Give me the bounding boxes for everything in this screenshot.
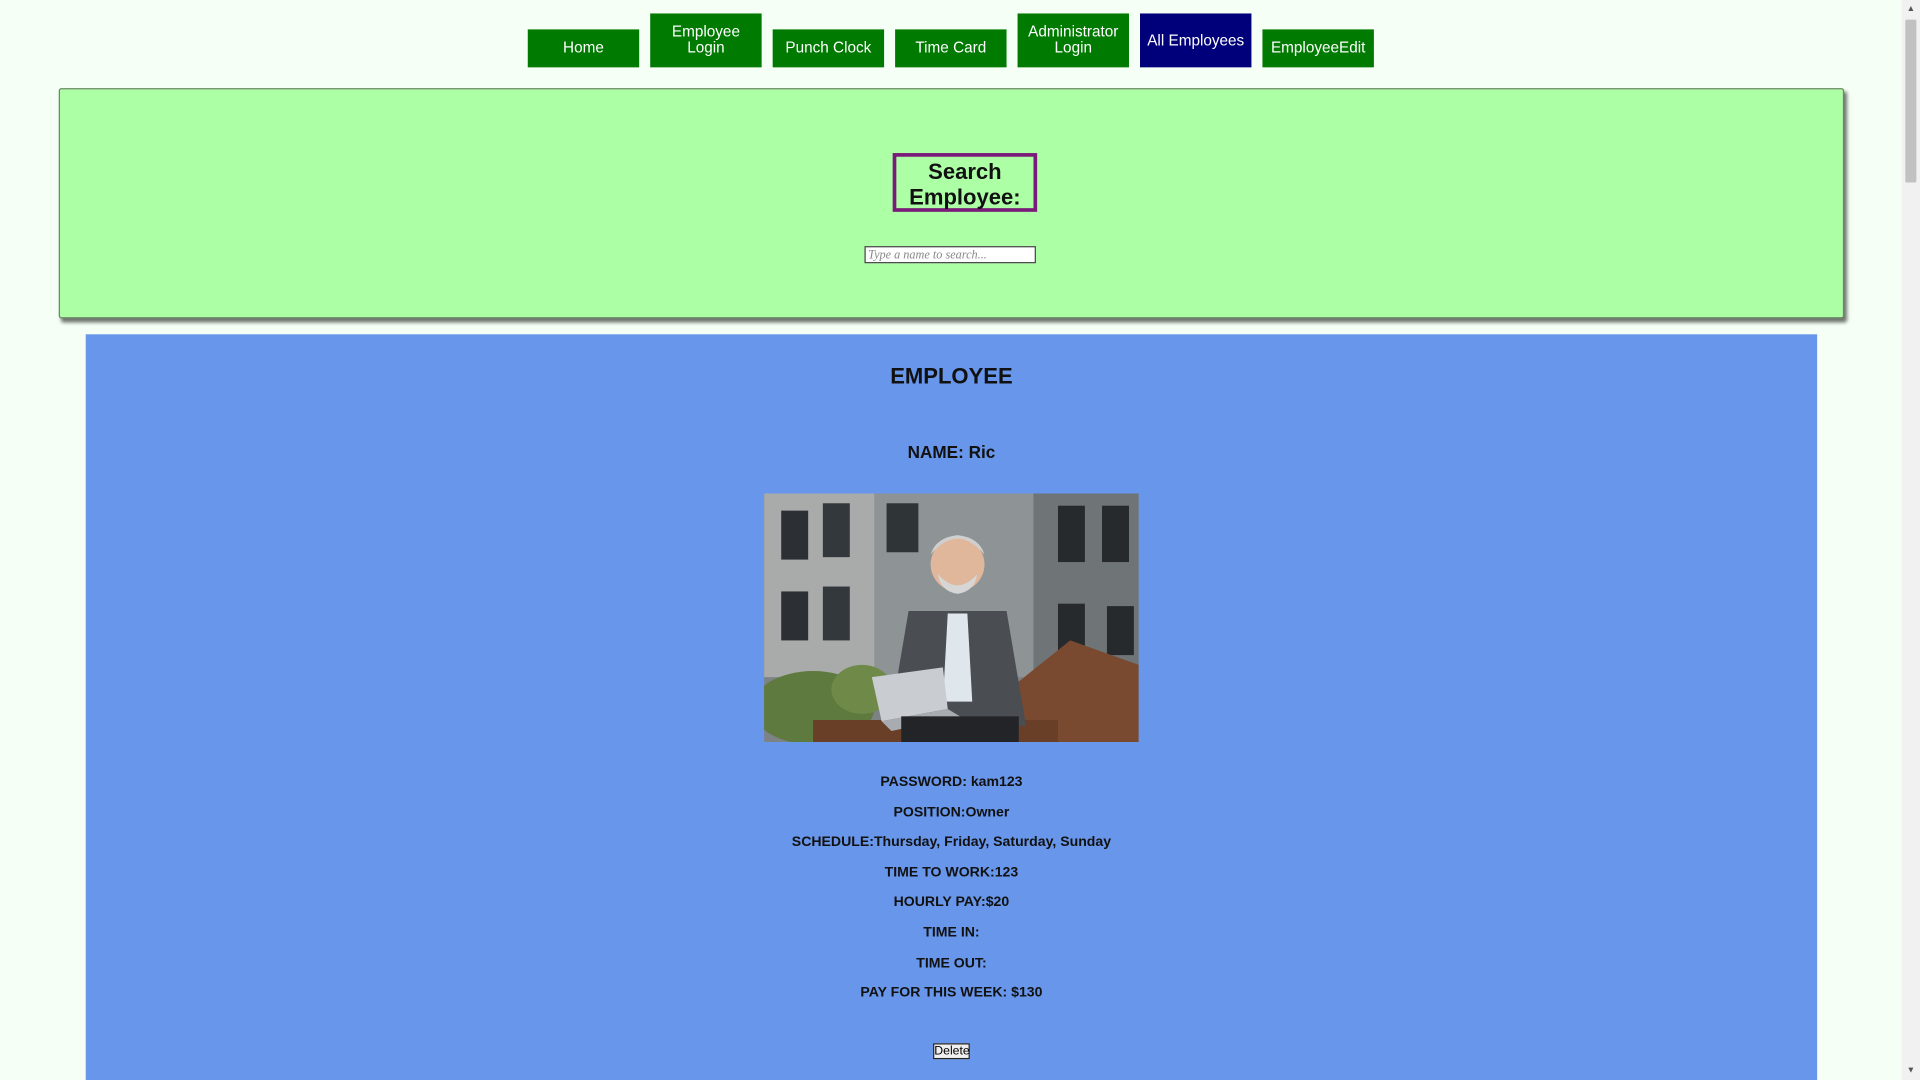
vertical-scrollbar[interactable]: ▲ ▼ [1901, 0, 1920, 1080]
employee-pay-week: PAY FOR THIS WEEK: $130 [860, 985, 1043, 1001]
employee-time-in: TIME IN: [923, 925, 980, 941]
scroll-down-arrow-icon[interactable]: ▼ [1902, 1062, 1920, 1080]
employee-heading: EMPLOYEE [890, 363, 1013, 389]
search-panel: Search Employee: [58, 88, 1845, 319]
employee-hourly-pay: HOURLY PAY:$20 [893, 895, 1010, 911]
nav-employee-edit-button[interactable]: EmployeeEdit [1262, 29, 1374, 68]
nav-employee-login-button[interactable]: Employee Login [650, 13, 762, 68]
employee-schedule: SCHEDULE:Thursday, Friday, Saturday, Sun… [791, 835, 1112, 851]
delete-button[interactable]: Delete [933, 1043, 970, 1060]
employee-password: PASSWORD: kam123 [880, 775, 1023, 790]
scrollbar-thumb[interactable] [1905, 19, 1917, 183]
nav-time-card-button[interactable]: Time Card [895, 29, 1007, 68]
employee-card: EMPLOYEE NAME: Ric PASSWORD: kam123 POSI… [85, 334, 1818, 1080]
search-input[interactable] [864, 246, 1036, 264]
page: Home Employee Login Punch Clock Time Car… [0, 0, 1920, 1080]
scroll-up-arrow-icon[interactable]: ▲ [1902, 0, 1920, 18]
nav-punch-clock-button[interactable]: Punch Clock [772, 29, 885, 68]
employee-time-to-work: TIME TO WORK:123 [884, 865, 1019, 881]
employee-time-out: TIME OUT: [916, 955, 987, 971]
nav-all-employees-button[interactable]: All Employees [1140, 13, 1252, 68]
employee-photo [764, 493, 1139, 743]
employee-position: POSITION:Owner [893, 805, 1010, 820]
employee-name: NAME: Ric [907, 442, 996, 462]
nav-administrator-login-button[interactable]: Administrator Login [1017, 13, 1129, 68]
top-nav: Home Employee Login Punch Clock Time Car… [0, 13, 1902, 68]
nav-home-button[interactable]: Home [527, 29, 640, 68]
viewport: Home Employee Login Punch Clock Time Car… [0, 0, 1920, 1080]
employee-details: PASSWORD: kam123 POSITION:Owner SCHEDULE… [86, 774, 1817, 1015]
search-title: Search Employee: [892, 153, 1038, 212]
